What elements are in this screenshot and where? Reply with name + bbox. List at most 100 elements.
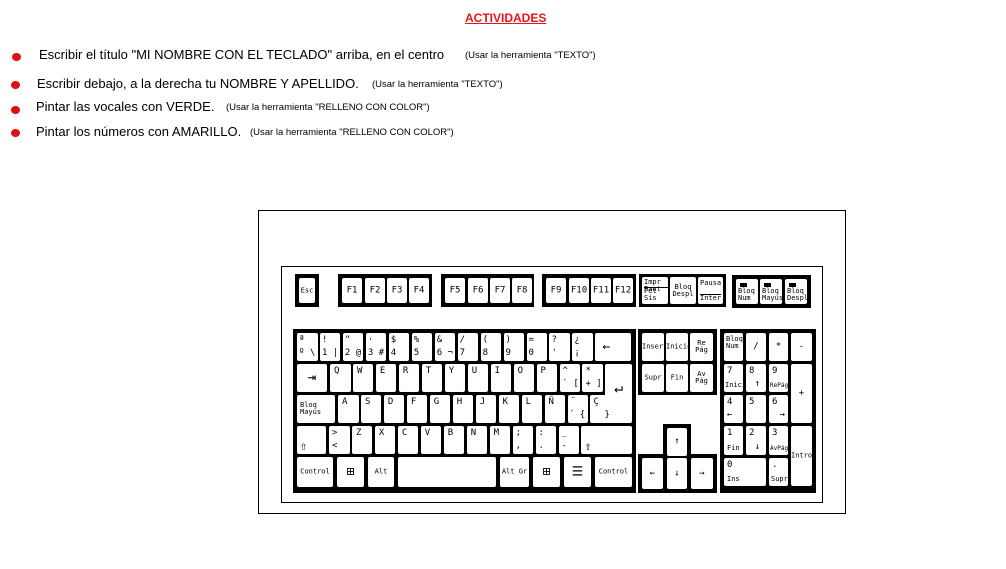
key-letter[interactable]: J: [475, 395, 497, 423]
key-f10[interactable]: F10: [569, 278, 589, 303]
key-number-row[interactable]: · 3 #: [365, 333, 387, 361]
key-number-row[interactable]: ªº \: [297, 333, 318, 361]
key-letter[interactable]: Q: [330, 364, 351, 392]
key-letter[interactable]: C: [397, 426, 419, 454]
key-f11[interactable]: F11: [591, 278, 611, 303]
key-number-row[interactable]: ) 9: [503, 333, 525, 361]
key-numpad-multiply[interactable]: *: [769, 333, 788, 361]
key-control-left[interactable]: Control: [297, 457, 333, 487]
key-arrow-up[interactable]: ↑: [667, 428, 687, 456]
key-letter[interactable]: L: [521, 395, 543, 423]
key-number-row[interactable]: = 0: [526, 333, 547, 361]
key-page-down[interactable]: Av Pág: [690, 364, 713, 392]
key-symbol[interactable]: * + ]: [582, 364, 603, 392]
key-letter[interactable]: W: [352, 364, 374, 392]
key-letter[interactable]: T: [421, 364, 443, 392]
key-end[interactable]: Fin: [666, 364, 688, 392]
key-number-row[interactable]: /7: [457, 333, 479, 361]
key-numpad-1[interactable]: 1 Fin: [724, 426, 743, 455]
key-print-screen[interactable]: Impr Pant Pet Sis: [642, 277, 668, 304]
key-alt[interactable]: Alt: [368, 457, 394, 487]
key-letter[interactable]: B: [443, 426, 465, 454]
key-letter[interactable]: D: [383, 395, 405, 423]
key-insert[interactable]: Insert: [642, 333, 664, 361]
key-numpad-4[interactable]: 4 ←: [724, 395, 743, 423]
key-backspace[interactable]: ←: [595, 333, 631, 361]
key-control-right[interactable]: Control: [595, 457, 632, 487]
key-f1[interactable]: F1: [342, 278, 362, 303]
key-page-up[interactable]: Re Pág: [690, 333, 713, 361]
key-f6[interactable]: F6: [468, 278, 488, 303]
key-number-row[interactable]: ¿ ¡: [572, 333, 593, 361]
key-f3[interactable]: F3: [387, 278, 407, 303]
key-number-row[interactable]: ! 1 |: [319, 333, 341, 361]
key-numpad-3[interactable]: 3 AvPág: [769, 426, 788, 455]
key-caps-lock[interactable]: Bloq Mayús: [297, 395, 335, 423]
key-number-row[interactable]: ? ': [549, 333, 570, 361]
key-arrow-right[interactable]: →: [691, 458, 713, 489]
key-numpad-7[interactable]: 7Inicio: [724, 364, 743, 392]
key-letter[interactable]: Ñ: [544, 395, 566, 423]
key-letter[interactable]: A: [338, 395, 359, 423]
key-numpad-enter[interactable]: Intro: [791, 426, 812, 486]
key-shift-left[interactable]: ⇧: [297, 426, 326, 454]
key-symbol[interactable]: _ -: [558, 426, 579, 454]
key-letter[interactable]: S: [360, 395, 382, 423]
key-scroll-lock[interactable]: Bloq Despl: [670, 277, 696, 304]
key-letter[interactable]: F: [406, 395, 428, 423]
key-home[interactable]: Inicio: [666, 333, 688, 361]
key-f9[interactable]: F9: [546, 278, 566, 303]
key-alt-gr[interactable]: Alt Gr: [500, 457, 529, 487]
key-f8[interactable]: F8: [512, 278, 532, 303]
key-f5[interactable]: F5: [445, 278, 465, 303]
key-number-row[interactable]: $4: [388, 333, 410, 361]
key-num-lock[interactable]: Bloq Num: [724, 333, 743, 361]
key-numpad-5[interactable]: 5: [746, 395, 766, 423]
key-letter[interactable]: X: [374, 426, 396, 454]
key-symbol[interactable]: ;,: [512, 426, 534, 454]
key-numpad-8[interactable]: 8 ↑: [746, 364, 766, 392]
key-delete[interactable]: Supr: [642, 364, 664, 392]
key-letter[interactable]: U: [467, 364, 489, 392]
key-angle-brackets[interactable]: > <: [329, 426, 350, 454]
key-symbol[interactable]: :.: [535, 426, 557, 454]
key-pause[interactable]: Pausa Inter: [698, 277, 723, 304]
key-numpad-plus[interactable]: +: [791, 364, 812, 423]
key-f7[interactable]: F7: [490, 278, 510, 303]
key-arrow-down[interactable]: ↓: [667, 458, 687, 489]
key-numpad-0[interactable]: 0 Ins: [724, 458, 766, 486]
key-f2[interactable]: F2: [365, 278, 385, 303]
key-f4[interactable]: F4: [409, 278, 429, 303]
key-windows-left[interactable]: ⊞: [337, 457, 364, 487]
key-number-row[interactable]: " 2 @: [342, 333, 364, 361]
key-symbol[interactable]: Ç}: [590, 395, 613, 423]
key-letter[interactable]: E: [375, 364, 397, 392]
key-numpad-9[interactable]: 9 RePág: [769, 364, 788, 392]
key-numpad-divide[interactable]: /: [746, 333, 766, 361]
key-shift-right[interactable]: ⇧: [581, 426, 632, 454]
key-number-row[interactable]: & 6 ¬: [434, 333, 456, 361]
key-arrow-left[interactable]: ←: [642, 458, 663, 489]
key-context-menu[interactable]: ☰: [564, 457, 591, 487]
key-number-row[interactable]: (8: [480, 333, 502, 361]
key-symbol[interactable]: ^ ` [: [559, 364, 580, 392]
key-windows-right[interactable]: ⊞: [533, 457, 560, 487]
key-letter[interactable]: I: [490, 364, 512, 392]
key-numpad-decimal[interactable]: . Supr: [769, 458, 788, 486]
key-letter[interactable]: Y: [444, 364, 466, 392]
key-f12[interactable]: F12: [613, 278, 633, 303]
key-numpad-minus[interactable]: -: [791, 333, 812, 361]
key-letter[interactable]: K: [498, 395, 520, 423]
key-symbol[interactable]: ¨ ´ {: [567, 395, 588, 423]
key-letter[interactable]: V: [420, 426, 442, 454]
key-letter[interactable]: M: [489, 426, 511, 454]
key-numpad-6[interactable]: 6 →: [769, 395, 788, 423]
key-letter[interactable]: Z: [351, 426, 373, 454]
key-letter[interactable]: N: [466, 426, 488, 454]
key-tab[interactable]: ⇥: [297, 364, 327, 392]
key-numpad-2[interactable]: 2 ↓: [746, 426, 766, 455]
key-letter[interactable]: G: [429, 395, 451, 423]
key-esc[interactable]: Esc: [299, 278, 315, 303]
key-letter[interactable]: R: [398, 364, 420, 392]
key-letter[interactable]: P: [536, 364, 558, 392]
